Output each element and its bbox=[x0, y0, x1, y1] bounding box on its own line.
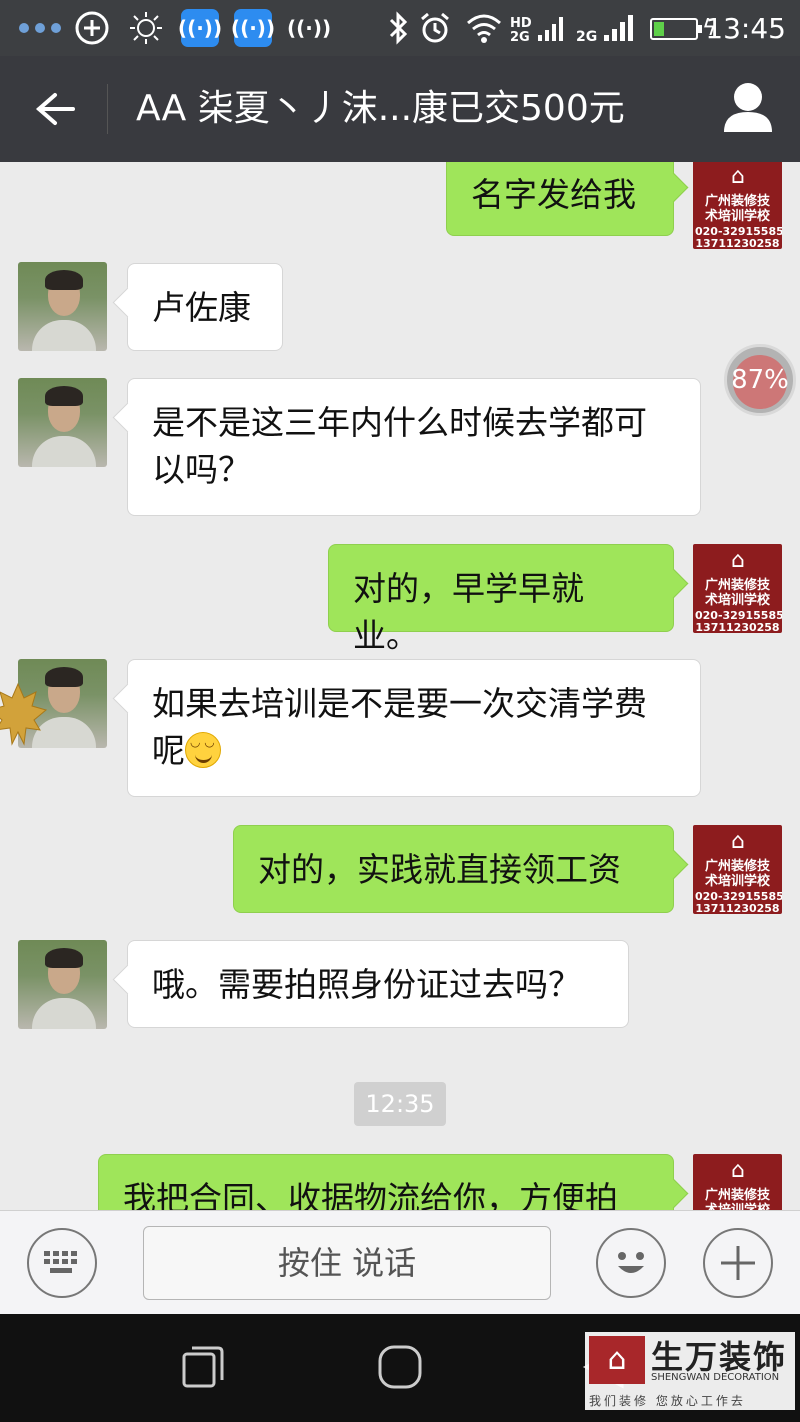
plus-icon bbox=[721, 1246, 755, 1280]
message-text: 哦。需要拍照身份证过去吗？ bbox=[152, 965, 581, 1004]
my-avatar[interactable]: ⌂ 广州装修技 术培训学校 020-32915585 13711230258 bbox=[693, 825, 782, 914]
their-message-bubble[interactable]: 如果去培训是不是要一次交清学费呢 bbox=[127, 659, 701, 797]
their-message-bubble[interactable]: 是不是这三年内什么时候去学都可以吗？ bbox=[127, 378, 701, 516]
back-button[interactable] bbox=[20, 74, 90, 144]
my-avatar[interactable]: ⌂ 广州装修技 术培训学校 020-32915585 13711230258 bbox=[693, 162, 782, 249]
hd-signal-icon: HD 2G bbox=[508, 10, 564, 46]
chat-message-list[interactable]: 名字发给我 ⌂ 广州装修技 术培训学校 020-32915585 1371123… bbox=[0, 162, 800, 1210]
alarm-icon bbox=[418, 10, 452, 46]
smile-emoji-icon bbox=[185, 732, 221, 768]
chat-title: AA 柒夏丶丿沫...康已交500元 bbox=[136, 88, 625, 129]
watermark-brand-en: SHENGWAN DECORATION bbox=[651, 1372, 780, 1383]
title-bar: AA 柒夏丶丿沫...康已交500元 bbox=[0, 56, 800, 162]
contact-avatar[interactable] bbox=[18, 378, 107, 467]
smiley-icon bbox=[618, 1252, 644, 1273]
my-message-bubble[interactable]: 名字发给我 bbox=[446, 162, 674, 236]
school-logo-icon: ⌂ bbox=[731, 1158, 745, 1183]
wifi-app-icon: ((·)) bbox=[178, 9, 222, 47]
brand-watermark: ⌂ 生万装饰 SHENGWAN DECORATION 我们装修 您放心工作去 bbox=[585, 1332, 795, 1410]
their-message-bubble[interactable]: 哦。需要拍照身份证过去吗？ bbox=[127, 940, 629, 1028]
contact-avatar[interactable] bbox=[18, 940, 107, 1029]
watermark-slogan: 我们装修 您放心工作去 bbox=[589, 1394, 746, 1408]
back-arrow-icon bbox=[35, 93, 75, 125]
message-text: 名字发给我 bbox=[471, 175, 636, 214]
my-message-bubble[interactable]: 对的，早学早就业。 bbox=[328, 544, 674, 655]
message-text: 我把合同、收据物流给你，方便拍 bbox=[123, 1179, 618, 1210]
my-avatar[interactable]: ⌂ 广州装修技 术培训学校 020-32915585 13711230258 bbox=[693, 1154, 782, 1210]
status-bar: ((·)) ((·)) ((·)) HD 2G 2G ϟ 13:45 bbox=[0, 0, 800, 56]
their-message-bubble[interactable]: 卢佐康 bbox=[127, 263, 283, 351]
message-text: 对的，实践就直接领工资 bbox=[258, 850, 621, 889]
keyboard-toggle-button[interactable] bbox=[27, 1228, 97, 1298]
my-avatar[interactable]: ⌂ 广州装修技 术培训学校 020-32915585 13711230258 bbox=[693, 544, 782, 633]
signal-2g-icon: 2G bbox=[574, 10, 634, 46]
brightness-icon bbox=[128, 10, 164, 46]
plus-shield-icon bbox=[74, 10, 110, 46]
bluetooth-icon bbox=[386, 10, 410, 46]
clock: 13:45 bbox=[705, 12, 786, 45]
wifi-app-icon: ((·)) bbox=[231, 9, 275, 47]
brand-logo-icon: ⌂ bbox=[589, 1336, 645, 1384]
battery-icon bbox=[650, 18, 702, 40]
chat-info-button[interactable] bbox=[718, 78, 778, 138]
memory-boost-floating-button[interactable]: 87% bbox=[724, 344, 796, 416]
emoji-button[interactable] bbox=[596, 1228, 666, 1298]
timestamp-chip: 12:35 bbox=[354, 1082, 446, 1126]
person-icon bbox=[724, 83, 772, 132]
message-text: 如果去培训是不是要一次交清学费呢 bbox=[152, 684, 647, 770]
contact-avatar[interactable] bbox=[18, 262, 107, 351]
maple-leaf-icon bbox=[0, 682, 48, 746]
message-text: 是不是这三年内什么时候去学都可以吗？ bbox=[152, 403, 647, 489]
svg-text:HD: HD bbox=[510, 16, 532, 31]
title-divider bbox=[107, 84, 108, 134]
input-bar: 按住 说话 bbox=[0, 1210, 800, 1314]
hold-to-talk-button[interactable]: 按住 说话 bbox=[143, 1226, 551, 1300]
message-text: 对的，早学早就业。 bbox=[353, 569, 584, 655]
recent-apps-icon bbox=[182, 1346, 224, 1388]
school-logo-icon: ⌂ bbox=[731, 829, 745, 854]
my-message-bubble[interactable]: 对的，实践就直接领工资 bbox=[233, 825, 674, 913]
svg-text:2G: 2G bbox=[510, 30, 530, 43]
svg-text:2G: 2G bbox=[576, 29, 597, 43]
school-logo-icon: ⌂ bbox=[731, 164, 745, 189]
home-icon bbox=[378, 1345, 422, 1389]
more-options-button[interactable] bbox=[703, 1228, 773, 1298]
recent-apps-button[interactable] bbox=[178, 1342, 228, 1392]
my-message-bubble[interactable]: 我把合同、收据物流给你，方便拍 bbox=[98, 1154, 674, 1210]
keyboard-icon bbox=[44, 1251, 77, 1273]
wifi-icon bbox=[466, 10, 502, 46]
school-logo-icon: ⌂ bbox=[731, 548, 745, 573]
wifi-signal-app-icon: ((·)) bbox=[287, 16, 332, 40]
message-text: 卢佐康 bbox=[152, 288, 251, 327]
more-dots-icon bbox=[18, 10, 62, 46]
home-button[interactable] bbox=[375, 1342, 425, 1392]
